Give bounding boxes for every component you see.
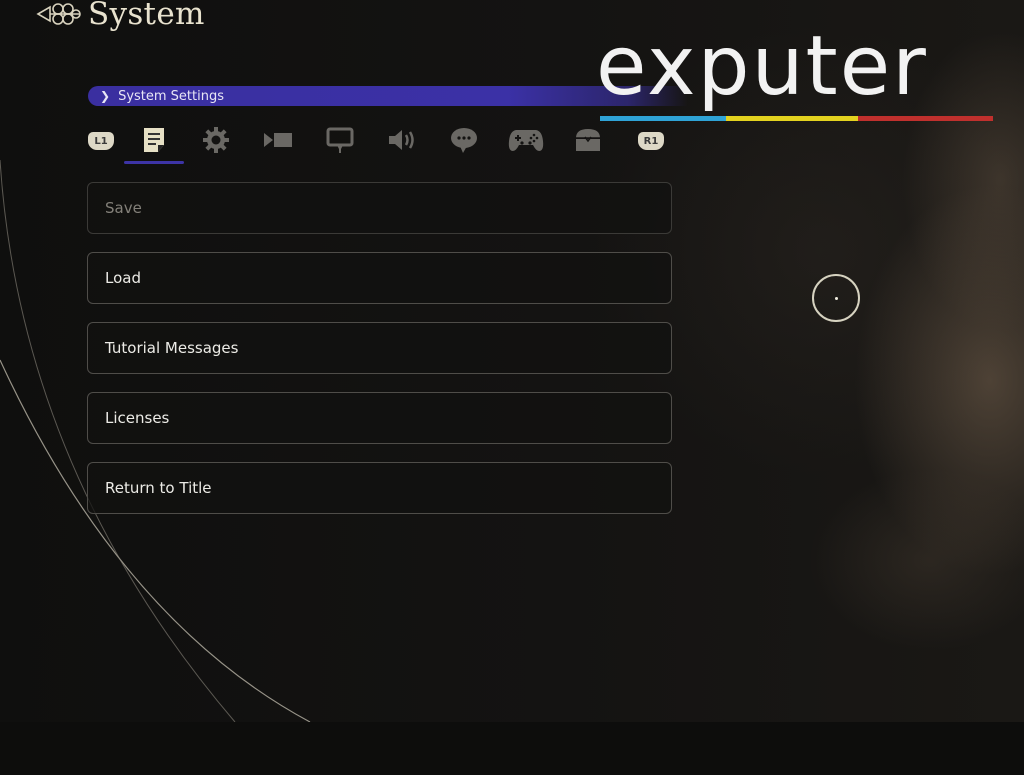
gear-icon	[203, 127, 229, 153]
menu-item-load[interactable]: Load	[87, 252, 672, 304]
speaker-icon	[389, 130, 414, 150]
menu-item-return-to-title[interactable]: Return to Title	[87, 462, 672, 514]
tab-settings[interactable]	[196, 122, 236, 158]
chevron-right-icon: ❯	[100, 89, 111, 103]
bottom-bar	[0, 722, 1024, 775]
breadcrumb-label: System Settings	[118, 88, 224, 104]
document-icon	[144, 128, 164, 152]
page-title: System	[36, 0, 205, 38]
tab-chat[interactable]	[444, 122, 484, 158]
tab-display[interactable]	[320, 122, 360, 158]
menu-item-label: Licenses	[105, 409, 170, 427]
menu-item-label: Return to Title	[105, 479, 212, 497]
cursor-dot	[834, 296, 838, 300]
menu-item-save[interactable]: Save	[87, 182, 672, 234]
monitor-icon	[326, 127, 354, 153]
chat-bubble-icon	[451, 128, 477, 153]
title-text: System	[88, 0, 205, 32]
watermark-stripe-yellow	[726, 116, 858, 121]
watermark-text: exputer	[596, 19, 928, 114]
category-tabs: L1 R1	[86, 122, 676, 166]
menu-item-label: Load	[105, 269, 141, 287]
tab-controls[interactable]	[506, 122, 546, 158]
l1-bumper-button[interactable]: L1	[88, 132, 114, 150]
watermark-stripe-red	[858, 116, 993, 121]
gamepad-icon	[508, 130, 544, 151]
pointer-cursor[interactable]	[812, 274, 860, 322]
tab-camera[interactable]	[258, 122, 298, 158]
watermark-stripe-blue	[600, 116, 726, 121]
tab-document[interactable]	[124, 122, 184, 164]
camera-icon	[264, 133, 292, 147]
menu-item-label: Save	[105, 199, 142, 217]
knot-ornament-icon	[36, 3, 81, 25]
tab-audio[interactable]	[382, 122, 422, 158]
menu-item-licenses[interactable]: Licenses	[87, 392, 672, 444]
menu-item-label: Tutorial Messages	[105, 339, 239, 357]
menu-item-tutorial-messages[interactable]: Tutorial Messages	[87, 322, 672, 374]
exputer-watermark: exputer	[596, 26, 996, 135]
